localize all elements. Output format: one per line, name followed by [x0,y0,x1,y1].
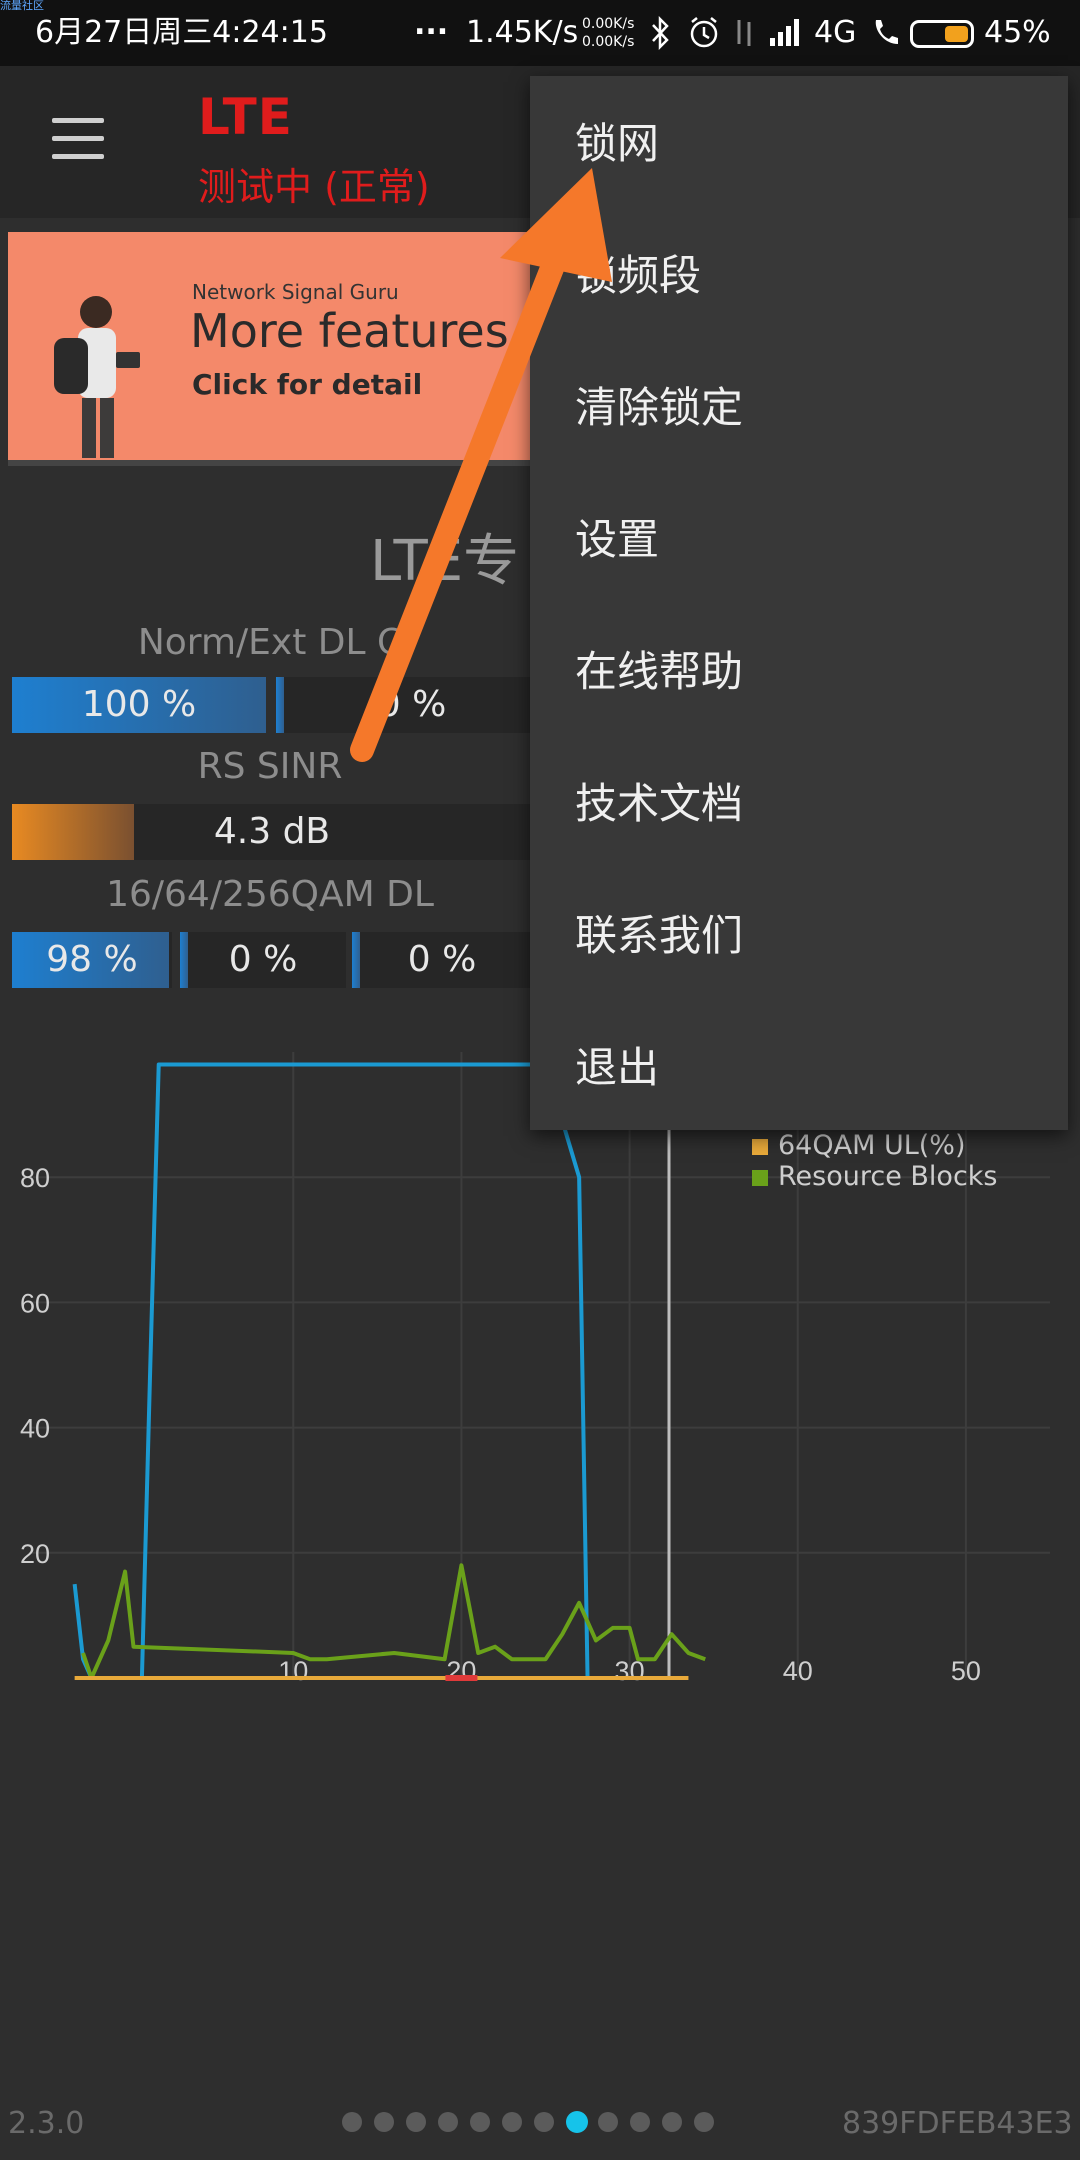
page-dot-2[interactable] [374,2112,394,2132]
overflow-menu: 锁网 锁频段 清除锁定 设置 在线帮助 技术文档 联系我们 退出 [530,76,1068,1130]
page-dot-6[interactable] [502,2112,522,2132]
chart-marker-0 [445,1675,478,1681]
legend-label-resource-blocks: Resource Blocks [778,1161,998,1192]
page-dot-4[interactable] [438,2112,458,2132]
chart-y-ticks: 20 40 60 80 [20,1163,50,1569]
series-line-resource-blocks [81,1563,706,1680]
legend-item-64qam-ul: 64QAM UL(%) [752,1130,998,1161]
page-dot-11[interactable] [662,2112,682,2132]
page-dot-7[interactable] [534,2112,554,2132]
menu-item-clear-lock[interactable]: 清除锁定 [575,378,743,438]
menu-item-lock-band[interactable]: 锁频段 [575,246,701,306]
app-version: 2.3.0 [8,2106,85,2141]
menu-item-contact-us[interactable]: 联系我们 [575,906,743,966]
page-dot-8[interactable] [566,2111,588,2133]
page-dot-9[interactable] [598,2112,618,2132]
y-tick-label-60: 60 [20,1288,50,1318]
menu-item-exit[interactable]: 退出 [575,1038,659,1098]
x-tick-label-20: 20 [446,1656,476,1686]
legend-label-64qam-ul: 64QAM UL(%) [778,1130,966,1161]
chart-legend: 64QAM UL(%) Resource Blocks [752,1130,998,1192]
x-tick-label-50: 50 [951,1656,981,1686]
x-tick-label-40: 40 [783,1656,813,1686]
y-tick-label-40: 40 [20,1414,50,1444]
page-dot-10[interactable] [630,2112,650,2132]
x-tick-label-10: 10 [278,1656,308,1686]
page-dot-12[interactable] [694,2112,714,2132]
chart-x-ticks: 10 20 30 40 50 [278,1656,981,1686]
menu-item-online-help[interactable]: 在线帮助 [575,642,743,702]
legend-swatch-64qam-ul [752,1138,768,1155]
page-dot-1[interactable] [342,2112,362,2132]
legend-swatch-resource-blocks [752,1169,768,1186]
legend-item-resource-blocks: Resource Blocks [752,1161,998,1192]
menu-item-settings[interactable]: 设置 [575,510,659,570]
chart-series [72,1062,706,1681]
page-dot-5[interactable] [470,2112,490,2132]
menu-item-tech-docs[interactable]: 技术文档 [575,774,743,834]
page-dot-3[interactable] [406,2112,426,2132]
y-tick-label-20: 20 [20,1539,50,1569]
series-line-series-0 [72,1062,596,1680]
menu-item-lock-network[interactable]: 锁网 [575,114,659,174]
y-tick-label-80: 80 [20,1163,50,1193]
device-id: 839FDFEB43E3 [842,2106,1073,2141]
